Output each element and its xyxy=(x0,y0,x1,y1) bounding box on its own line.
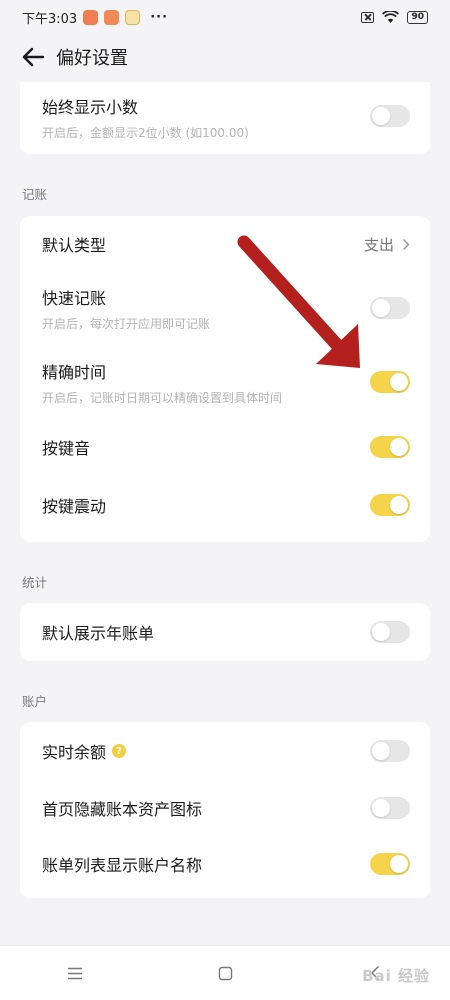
statistics-card: 默认展示年账单 xyxy=(20,603,430,661)
precise-time-desc: 开启后，记账时日期可以精确设置到具体时间 xyxy=(42,390,283,405)
app-notification-icon xyxy=(83,9,99,25)
menu-icon xyxy=(68,967,82,979)
default-year-bill-text: 默认展示年账单 xyxy=(42,620,370,644)
default-type-value[interactable]: 支出 xyxy=(364,234,410,255)
key-vibration-toggle[interactable] xyxy=(370,494,410,516)
quick-entry-desc: 开启后，每次打开应用即可记账 xyxy=(42,316,211,331)
default-type-text: 默认类型 xyxy=(42,232,364,256)
system-nav-bar: Bai 经验 xyxy=(0,945,450,1000)
home-nav-button[interactable] xyxy=(205,958,245,988)
menu-nav-button[interactable] xyxy=(55,958,95,988)
default-year-bill-toggle[interactable] xyxy=(370,621,410,643)
key-sound-title: 按键音 xyxy=(42,439,91,458)
realtime-balance-text: 实时余额 ? xyxy=(42,739,370,763)
realtime-balance-toggle[interactable] xyxy=(370,740,410,762)
default-type-row[interactable]: 默认类型 支出 xyxy=(20,216,430,270)
section-label-account: 账户 xyxy=(22,694,48,709)
hide-asset-icon-row[interactable]: 首页隐藏账本资产图标 xyxy=(20,780,430,836)
hide-asset-icon-title: 首页隐藏账本资产图标 xyxy=(42,800,203,819)
account-card: 实时余额 ? 首页隐藏账本资产图标 账单列表显示账户名称 xyxy=(20,722,430,898)
status-bar: 下午3:03 ··· 90 xyxy=(0,0,450,34)
watermark: Bai 经验 xyxy=(362,967,430,985)
hide-asset-icon-text: 首页隐藏账本资产图标 xyxy=(42,796,370,820)
battery-indicator: 90 xyxy=(407,10,428,24)
precise-time-text: 精确时间 开启后，记账时日期可以精确设置到具体时间 xyxy=(42,359,370,406)
default-type-title: 默认类型 xyxy=(42,236,107,255)
quick-entry-title: 快速记账 xyxy=(42,288,107,308)
default-year-bill-row[interactable]: 默认展示年账单 xyxy=(20,603,430,661)
wifi-icon xyxy=(382,10,400,23)
no-sim-icon xyxy=(361,11,375,23)
status-right: 90 xyxy=(361,10,428,24)
more-notifications-icon: ··· xyxy=(150,9,169,25)
section-label-statistics: 统计 xyxy=(22,575,48,590)
always-decimal-toggle[interactable] xyxy=(370,105,410,127)
key-sound-row[interactable]: 按键音 xyxy=(20,418,430,476)
key-vibration-row[interactable]: 按键震动 xyxy=(20,476,430,542)
show-account-name-row[interactable]: 账单列表显示账户名称 xyxy=(20,836,430,898)
quick-entry-toggle[interactable] xyxy=(370,297,410,319)
settings-content: 始终显示小数 开启后，金额显示2位小数 (如100.00) 记账 默认类型 支出… xyxy=(20,82,430,898)
always-decimal-text: 始终显示小数 开启后，金额显示2位小数 (如100.00) xyxy=(42,94,370,141)
decimal-card: 始终显示小数 开启后，金额显示2位小数 (如100.00) xyxy=(20,82,430,154)
always-decimal-title: 始终显示小数 xyxy=(42,98,139,117)
realtime-balance-title-wrap: 实时余额 ? xyxy=(42,739,370,763)
back-arrow-icon[interactable] xyxy=(18,42,48,72)
quick-entry-text: 快速记账 开启后，每次打开应用即可记账 xyxy=(42,285,370,332)
header: 偏好设置 xyxy=(0,34,450,80)
section-label-bookkeeping: 记账 xyxy=(22,187,48,202)
quick-entry-row[interactable]: 快速记账 开启后，每次打开应用即可记账 xyxy=(20,270,430,346)
key-vibration-text: 按键震动 xyxy=(42,493,370,517)
page-title: 偏好设置 xyxy=(56,48,128,69)
default-year-bill-title: 默认展示年账单 xyxy=(42,624,155,643)
show-account-name-toggle[interactable] xyxy=(370,853,410,875)
precise-time-title: 精确时间 xyxy=(42,362,107,382)
chevron-right-icon xyxy=(402,238,410,250)
show-account-name-text: 账单列表显示账户名称 xyxy=(42,852,370,876)
key-sound-text: 按键音 xyxy=(42,435,370,459)
key-vibration-title: 按键震动 xyxy=(42,497,107,516)
help-icon[interactable]: ? xyxy=(112,744,127,758)
realtime-balance-row[interactable]: 实时余额 ? xyxy=(20,722,430,780)
app-notification-icon xyxy=(104,9,120,25)
hide-asset-icon-toggle[interactable] xyxy=(370,797,410,819)
precise-time-toggle[interactable] xyxy=(370,371,410,393)
default-type-value-text: 支出 xyxy=(363,235,394,254)
home-square-icon xyxy=(218,966,232,980)
show-account-name-title: 账单列表显示账户名称 xyxy=(42,856,203,875)
always-decimal-desc: 开启后，金额显示2位小数 (如100.00) xyxy=(42,126,249,140)
key-sound-toggle[interactable] xyxy=(370,436,410,458)
always-decimal-row[interactable]: 始终显示小数 开启后，金额显示2位小数 (如100.00) xyxy=(20,82,430,154)
status-time: 下午3:03 xyxy=(22,11,78,27)
realtime-balance-title: 实时余额 xyxy=(42,743,107,762)
precise-time-row[interactable]: 精确时间 开启后，记账时日期可以精确设置到具体时间 xyxy=(20,346,430,418)
app-notification-icon xyxy=(125,9,141,25)
status-left: 下午3:03 ··· xyxy=(22,8,168,27)
bookkeeping-card: 默认类型 支出 快速记账 开启后，每次打开应用即可记账 精确时间 开启后，记账时… xyxy=(20,216,430,542)
